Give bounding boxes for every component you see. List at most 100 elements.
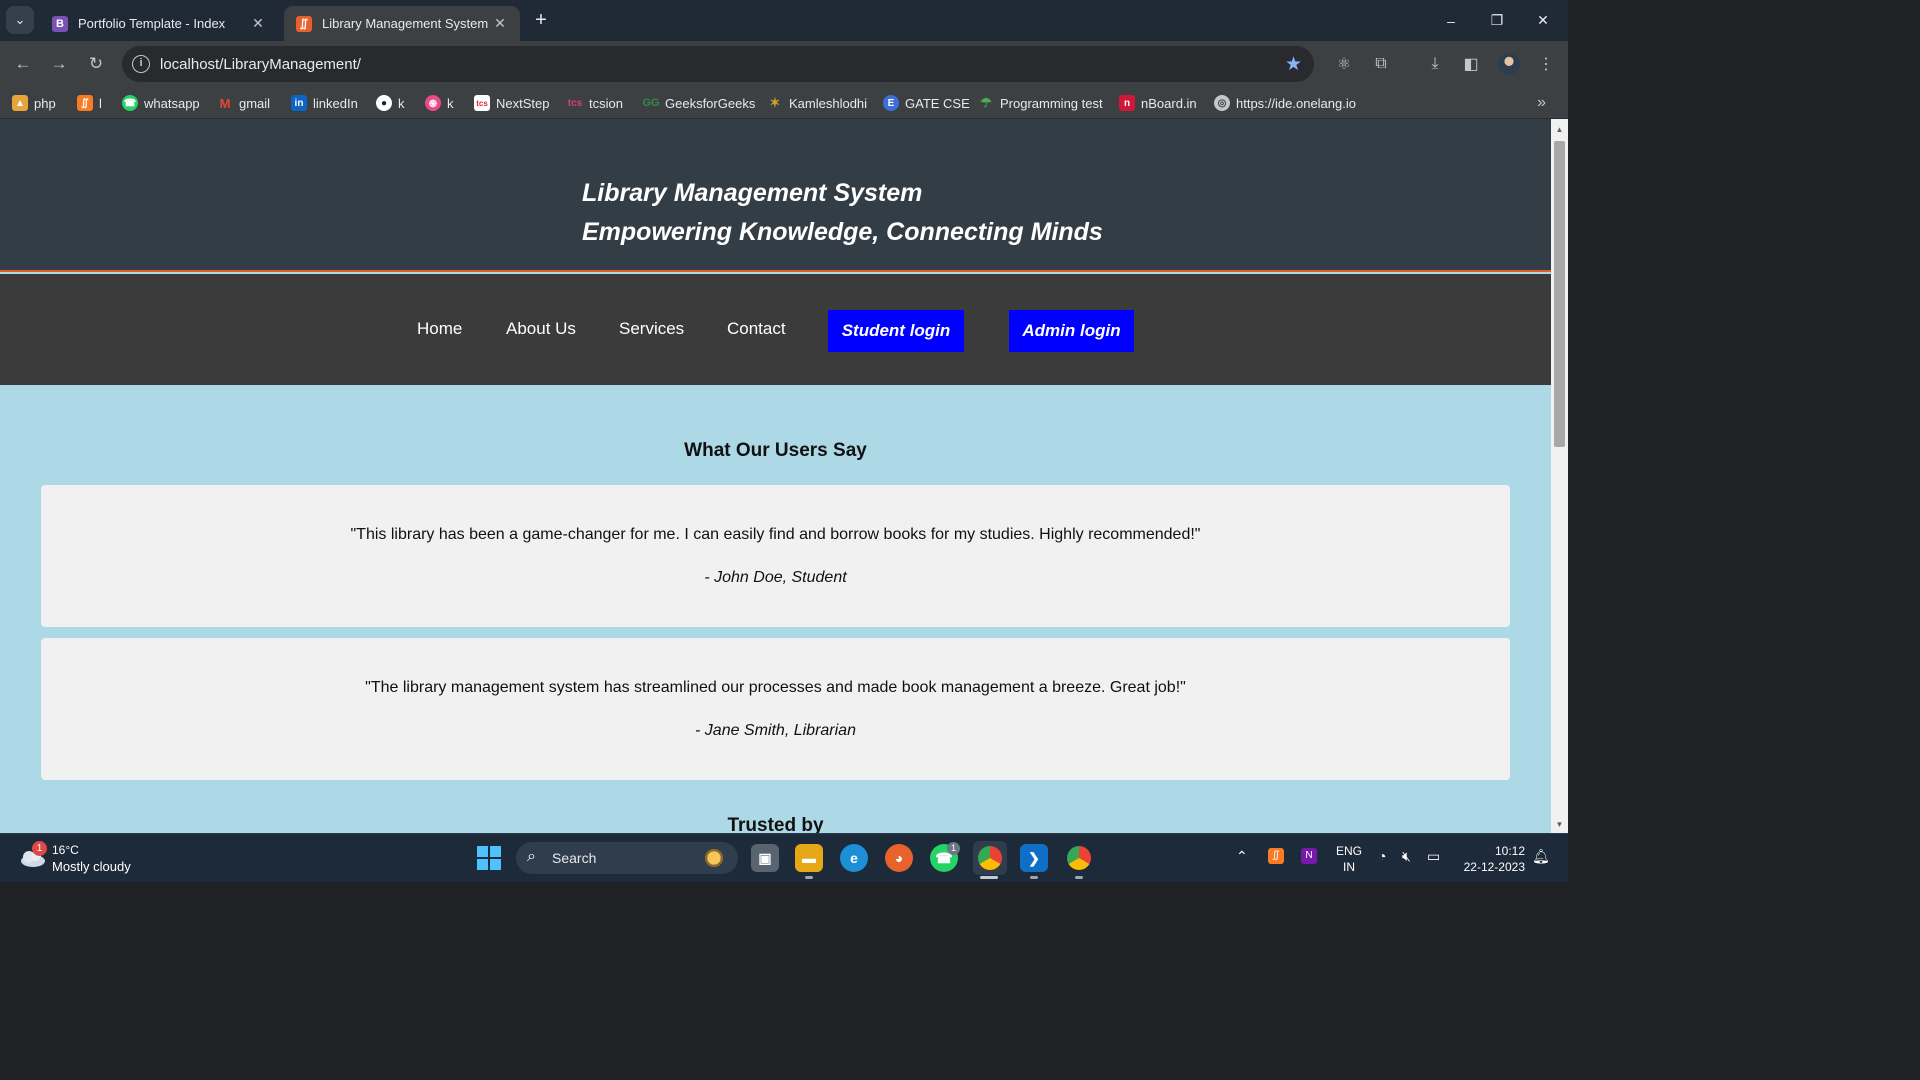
- swirl-icon: ֍: [425, 95, 441, 111]
- tab-portfolio-template[interactable]: B Portfolio Template - Index ✕: [40, 6, 278, 41]
- xampp-icon: ∬: [77, 95, 93, 111]
- bookmark-label: GeeksforGeeks: [665, 95, 756, 111]
- bookmark-gmail[interactable]: Mgmail: [217, 95, 271, 111]
- bookmark-label: Programming test: [1000, 95, 1103, 111]
- language-region: IN: [1343, 860, 1355, 874]
- notification-bell-icon[interactable]: 🔔︎: [1532, 848, 1550, 865]
- task-view-icon[interactable]: ▣: [751, 844, 779, 872]
- bookmark-programming-test[interactable]: ☂ Programming test: [978, 95, 1103, 111]
- bookmark-label: linkedIn: [313, 95, 358, 111]
- bookmark-star-icon[interactable]: ★: [1285, 53, 1302, 76]
- site-info-icon[interactable]: i: [132, 55, 150, 73]
- wifi-icon[interactable]: ◔: [1378, 848, 1386, 864]
- bookmark-l[interactable]: ∬ l: [77, 95, 102, 111]
- vscode-icon[interactable]: ❯: [1020, 844, 1048, 872]
- testimonial-card: "This library has been a game-changer fo…: [41, 485, 1510, 627]
- running-indicator: [1075, 876, 1083, 879]
- profile-avatar[interactable]: [1498, 53, 1520, 75]
- bookmark-label: k: [447, 95, 454, 111]
- bookmark-github-k[interactable]: ● k: [376, 95, 405, 111]
- running-indicator: [805, 876, 813, 879]
- battery-icon[interactable]: ▭: [1427, 848, 1440, 865]
- menu-kebab-icon[interactable]: ⋮: [1535, 53, 1557, 75]
- chrome-taskbar-active[interactable]: [973, 841, 1007, 875]
- bookmark-kamleshlodhi[interactable]: ✶ Kamleshlodhi: [767, 95, 868, 111]
- student-login-button[interactable]: Student login: [828, 310, 964, 352]
- system-clock[interactable]: 10:12 22-12-2023: [1455, 843, 1525, 875]
- site-title: Library Management System: [582, 179, 923, 207]
- bookmark-tcsion[interactable]: tcs tcsion: [567, 95, 623, 111]
- minimize-button[interactable]: –: [1428, 0, 1474, 41]
- bookmark-nextstep[interactable]: tcs NextStep: [474, 95, 549, 111]
- back-button[interactable]: ←: [10, 51, 36, 77]
- scroll-up-icon[interactable]: ▲: [1555, 125, 1564, 134]
- react-devtools-icon[interactable]: ⚛: [1333, 53, 1355, 75]
- forward-button[interactable]: →: [46, 51, 72, 77]
- reload-icon: ↻: [88, 54, 104, 73]
- restore-button[interactable]: ❐: [1474, 0, 1520, 41]
- onenote-tray-icon[interactable]: N: [1301, 848, 1317, 864]
- xampp-tray-icon[interactable]: ∬: [1268, 848, 1284, 864]
- scrollbar-thumb[interactable]: [1554, 141, 1565, 447]
- testimonials-heading: What Our Users Say: [684, 440, 867, 461]
- address-bar[interactable]: i localhost/LibraryManagement/ ★: [122, 46, 1314, 82]
- admin-login-button[interactable]: Admin login: [1009, 310, 1134, 352]
- scroll-down-icon[interactable]: ▼: [1555, 820, 1564, 829]
- chevron-double-right-icon[interactable]: »: [1537, 94, 1546, 112]
- tab-library-management[interactable]: ∬ Library Management System ✕: [284, 6, 520, 41]
- restore-icon: ❐: [1490, 12, 1504, 28]
- windows-start-icon[interactable]: [477, 846, 501, 870]
- bookmark-label: nBoard.in: [1141, 95, 1197, 111]
- bookmark-label: whatsapp: [144, 95, 200, 111]
- bookmark-label: k: [398, 95, 405, 111]
- gate-icon: E: [883, 95, 899, 111]
- new-tab-button[interactable]: +: [530, 8, 552, 32]
- bookmark-nboard[interactable]: n nBoard.in: [1119, 95, 1197, 111]
- file-explorer-icon[interactable]: ▬: [795, 844, 823, 872]
- nboard-icon: n: [1119, 95, 1135, 111]
- tab-search-button[interactable]: ⌄: [6, 6, 34, 34]
- taskbar-search-label: Search: [552, 850, 597, 866]
- nav-link-contact[interactable]: Contact: [727, 319, 786, 339]
- side-panel-icon[interactable]: ◧: [1460, 53, 1482, 75]
- bookmark-onelang[interactable]: ◎ https://ide.onelang.io: [1214, 95, 1356, 111]
- bookmark-label: l: [99, 95, 102, 111]
- edge-icon[interactable]: e: [840, 844, 868, 872]
- close-window-button[interactable]: ✕: [1520, 0, 1566, 41]
- bookmark-gate-cse[interactable]: E GATE CSE: [883, 95, 970, 111]
- taskbar-search[interactable]: ⌕ Search: [516, 842, 738, 874]
- bookmark-geeksforgeeks[interactable]: GG GeeksforGeeks: [642, 95, 756, 111]
- nav-link-home[interactable]: Home: [417, 319, 462, 339]
- bookmark-swirl-k[interactable]: ֍ k: [425, 95, 454, 111]
- nav-link-about-us[interactable]: About Us: [506, 319, 576, 339]
- reload-button[interactable]: ↻: [83, 51, 109, 77]
- windows-taskbar: 1 16°C Mostly cloudy ⌕ Search ▣ ▬ e ◕ ☎ …: [0, 833, 1568, 882]
- testimonial-author: - John Doe, Student: [704, 569, 847, 586]
- minimize-icon: –: [1447, 12, 1455, 29]
- speaker-muted-icon[interactable]: 🔇︎: [1402, 848, 1411, 865]
- language-code: ENG: [1336, 844, 1363, 858]
- chrome-profile-taskbar[interactable]: [1065, 844, 1093, 872]
- bookmark-label: Kamleshlodhi: [789, 95, 868, 111]
- extensions-icon[interactable]: ⧉: [1370, 53, 1392, 75]
- chevron-up-icon[interactable]: ⌃: [1236, 848, 1248, 865]
- download-icon[interactable]: ⤓: [1424, 53, 1446, 75]
- page-scrollbar[interactable]: ▲ ▼: [1551, 119, 1568, 833]
- address-url[interactable]: localhost/LibraryManagement/: [160, 56, 361, 73]
- bookmark-whatsapp[interactable]: ☎ whatsapp: [122, 95, 200, 111]
- chevron-down-icon: ⌄: [14, 12, 26, 27]
- trusted-by-heading: Trusted by: [727, 815, 824, 833]
- language-indicator[interactable]: ENG IN: [1336, 843, 1362, 875]
- xampp-favicon-icon: ∬: [296, 15, 312, 32]
- close-icon[interactable]: ✕: [492, 15, 508, 32]
- browser-tab-bar: ⌄ B Portfolio Template - Index ✕ ∬ Libra…: [0, 0, 1568, 41]
- bookmark-php[interactable]: ▲ php: [12, 95, 56, 111]
- bookmark-linkedin[interactable]: in linkedIn: [291, 95, 358, 111]
- weather-description[interactable]: Mostly cloudy: [52, 859, 131, 874]
- tcsion-icon: tcs: [567, 97, 583, 109]
- firefox-icon[interactable]: ◕: [885, 844, 913, 872]
- weather-temperature[interactable]: 16°C: [52, 843, 79, 857]
- nav-link-services[interactable]: Services: [619, 319, 684, 339]
- close-icon[interactable]: ✕: [250, 15, 266, 32]
- site-header: Library Management System Empowering Kno…: [0, 119, 1551, 272]
